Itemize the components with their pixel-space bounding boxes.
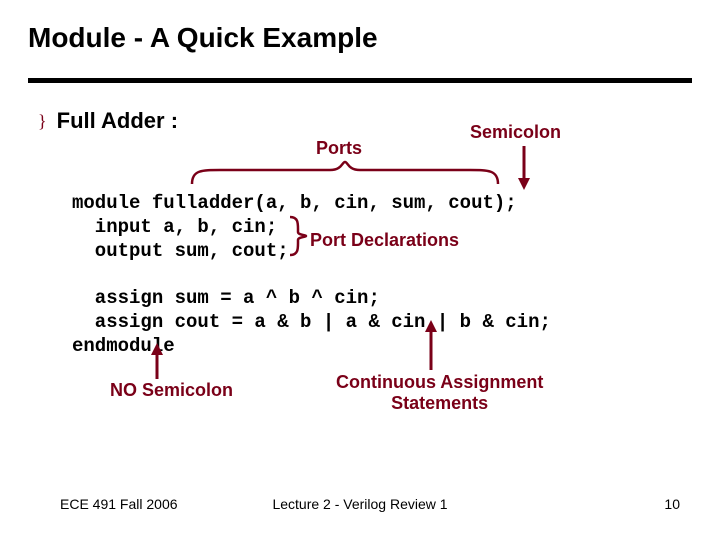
bullet-text: Full Adder : xyxy=(57,108,178,134)
brace-ports xyxy=(190,160,500,186)
annotation-no-semicolon: NO Semicolon xyxy=(110,380,233,401)
annotation-ports: Ports xyxy=(316,138,362,159)
annotation-port-declarations: Port Declarations xyxy=(310,230,459,251)
arrow-up-icon xyxy=(424,320,438,370)
brace-port-declarations xyxy=(288,215,308,257)
code-block: module fulladder(a, b, cin, sum, cout); … xyxy=(72,192,551,358)
annotation-semicolon: Semicolon xyxy=(470,122,561,143)
bullet-row: } Full Adder : xyxy=(38,108,178,134)
annotation-continuous-assignment: Continuous AssignmentStatements xyxy=(336,372,543,413)
slide: Module - A Quick Example } Full Adder : … xyxy=(0,0,720,540)
arrow-down-icon xyxy=(517,146,531,190)
footer-right: 10 xyxy=(664,496,680,512)
title-underline xyxy=(28,78,692,83)
arrow-up-icon xyxy=(150,343,164,379)
footer-center: Lecture 2 - Verilog Review 1 xyxy=(0,496,720,512)
slide-title: Module - A Quick Example xyxy=(28,22,378,54)
bullet-icon: } xyxy=(38,111,47,132)
